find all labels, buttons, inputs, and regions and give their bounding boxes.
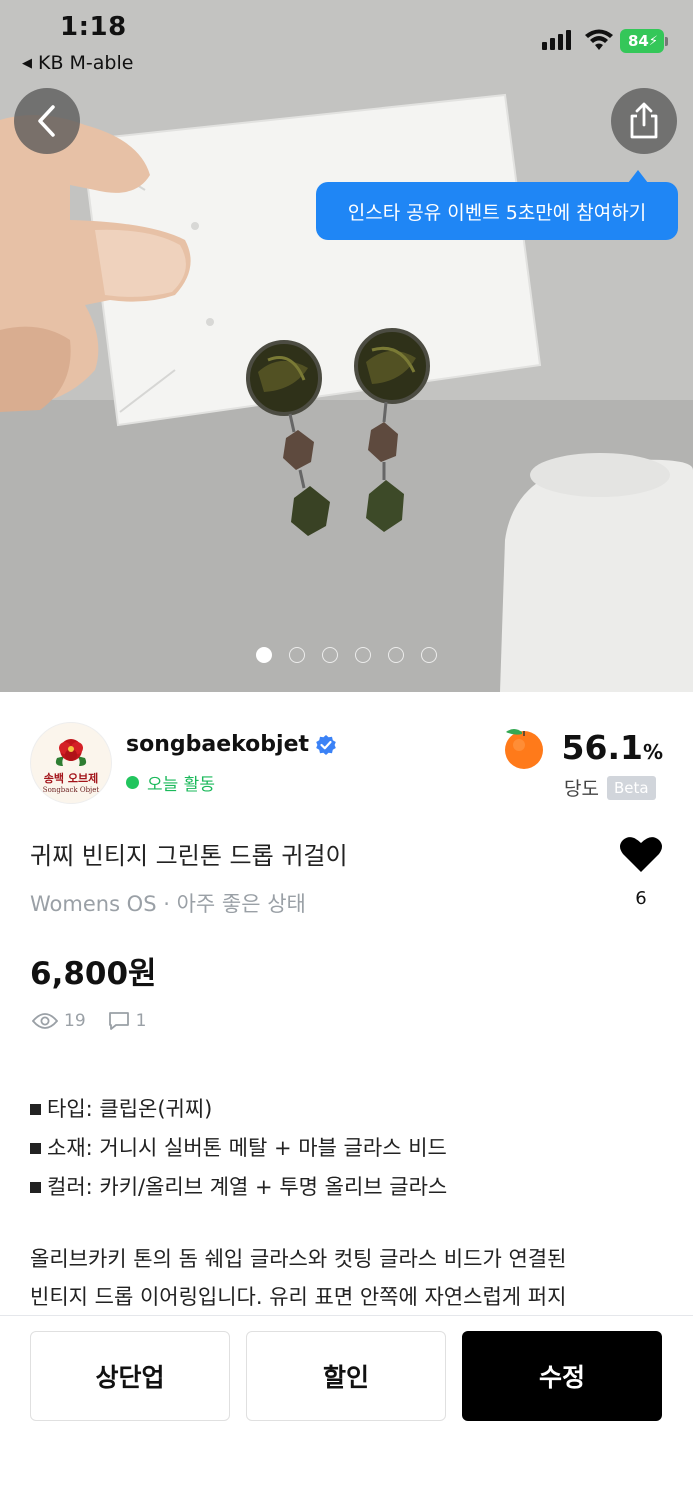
seller-name-row[interactable]: songbaekobjet [126, 732, 337, 757]
heart-icon [620, 837, 662, 872]
camellia-logo-icon [55, 739, 87, 766]
product-title: 귀찌 빈티지 그린톤 드롭 귀걸이 [30, 842, 348, 870]
spec-text: 타입: 클립온(귀찌) [47, 1097, 213, 1121]
product-stats: 19 1 [32, 1011, 146, 1031]
bottom-action-bar: 상단업 할인 수정 [0, 1315, 693, 1500]
spec-text: 소재: 거니시 실버톤 메탈 + 마블 글라스 비드 [47, 1136, 447, 1160]
carousel-indicator [0, 647, 693, 663]
description-line: 빈티지 드롭 이어링입니다. 유리 표면 안쪽에 자연스럽게 퍼지 [30, 1285, 567, 1309]
insta-share-event-tooltip[interactable]: 인스타 공유 이벤트 5초만에 참여하기 [316, 182, 678, 240]
description-line: 올리브카키 톤의 돔 쉐입 글라스와 컷팅 글라스 비드가 연결된 [30, 1247, 567, 1271]
carousel-dot[interactable] [256, 647, 272, 663]
sweetness-score[interactable]: 56.1% [500, 724, 663, 770]
bullet-square-icon [30, 1104, 41, 1115]
back-to-app-link[interactable]: ◀ KB M-able [22, 52, 133, 74]
carousel-dot[interactable] [355, 647, 371, 663]
spec-text: 컬러: 카키/올리브 계열 + 투명 올리브 글라스 [47, 1175, 448, 1199]
avatar-brand-en: Songback Objet [42, 786, 100, 794]
product-description: 올리브카키 톤의 돔 쉐입 글라스와 컷팅 글라스 비드가 연결된 빈티지 드롭… [30, 1240, 670, 1316]
score-value: 56.1 [561, 727, 643, 767]
carousel-dot[interactable] [388, 647, 404, 663]
status-time: 1:18 [60, 12, 127, 42]
activity-label: 오늘 활동 [147, 775, 215, 795]
carousel-dot[interactable] [322, 647, 338, 663]
verified-badge-icon [316, 734, 336, 755]
battery-indicator: 84 ⚡ [620, 29, 664, 53]
product-price: 6,800원 [30, 956, 157, 992]
avatar-brand-kr: 송백 오브제 [43, 772, 99, 785]
share-button[interactable] [611, 88, 677, 154]
seller-name: songbaekobjet [126, 732, 310, 757]
seller-activity: 오늘 활동 [126, 770, 215, 795]
status-bar: 1:18 ◀ KB M-able 84 ⚡ [0, 0, 693, 80]
cellular-signal-icon [542, 30, 571, 50]
product-meta: Womens OS · 아주 좋은 상태 [30, 892, 306, 916]
discount-button[interactable]: 할인 [246, 1331, 446, 1421]
battery-level: 84 [627, 32, 649, 50]
orange-fruit-icon [504, 729, 543, 769]
product-specs: 타입: 클립온(귀찌) 소재: 거니시 실버톤 메탈 + 마블 글라스 비드 컬… [30, 1090, 447, 1207]
product-photo [0, 0, 693, 692]
wifi-icon [585, 29, 613, 50]
bump-button[interactable]: 상단업 [30, 1331, 230, 1421]
active-status-dot [126, 776, 139, 789]
sweetness-label: 당도 [564, 778, 599, 800]
spec-item: 컬러: 카키/올리브 계열 + 투명 올리브 글라스 [30, 1168, 447, 1207]
score-unit: % [642, 739, 663, 764]
battery-tip [665, 37, 668, 46]
bullet-square-icon [30, 1143, 41, 1154]
beta-badge: Beta [606, 775, 656, 800]
edit-button[interactable]: 수정 [462, 1331, 662, 1421]
back-triangle-icon: ◀ [22, 55, 32, 71]
like-button[interactable]: 6 [618, 834, 664, 909]
sweetness-label-row: 당도 Beta [564, 774, 656, 801]
product-image-carousel[interactable]: 1:18 ◀ KB M-able 84 ⚡ 인스타 공유 이벤트 5초만에 참여… [0, 0, 693, 692]
bullet-square-icon [30, 1182, 41, 1193]
chevron-left-icon [38, 105, 55, 137]
back-button[interactable] [14, 88, 80, 154]
seller-avatar[interactable]: 송백 오브제 Songback Objet [30, 722, 112, 804]
charging-bolt-icon: ⚡ [648, 33, 658, 49]
comment-count: 1 [135, 1011, 147, 1031]
back-app-label: KB M-able [38, 52, 134, 74]
carousel-dot[interactable] [421, 647, 437, 663]
carousel-dot[interactable] [289, 647, 305, 663]
spec-item: 소재: 거니시 실버톤 메탈 + 마블 글라스 비드 [30, 1129, 447, 1168]
like-count: 6 [635, 888, 647, 909]
share-icon [630, 102, 658, 139]
view-count: 19 [64, 1011, 86, 1031]
score-value-wrap: 56.1% [562, 728, 663, 767]
chat-bubble-icon [108, 1012, 129, 1030]
seller-info[interactable]: 송백 오브제 Songback Objet songbaekobjet 오늘 활… [0, 692, 693, 812]
spec-item: 타입: 클립온(귀찌) [30, 1090, 447, 1129]
eye-icon [32, 1013, 58, 1029]
